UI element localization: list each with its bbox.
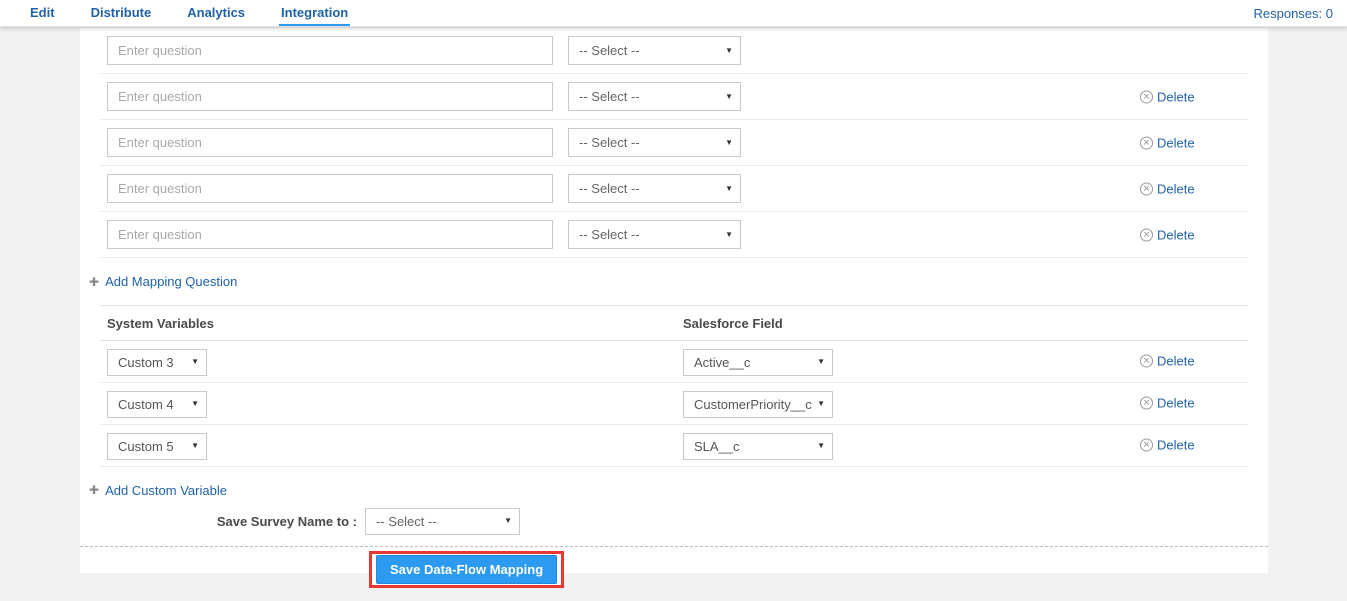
question-input[interactable] [107,220,553,249]
delete-label: Delete [1157,438,1195,453]
circled-x-icon: ✕ [1140,136,1153,149]
select-value: Custom 3 [118,355,174,370]
delete-label: Delete [1157,396,1195,411]
select-value: Active__c [694,355,750,370]
delete-label: Delete [1157,135,1195,150]
tab-integration[interactable]: Integration [279,0,350,26]
tab-distribute[interactable]: Distribute [89,0,154,26]
salesforce-field-header: Salesforce Field [683,306,783,341]
chevron-down-icon: ▼ [725,231,733,239]
chevron-down-icon: ▼ [817,358,825,366]
select-value: Custom 4 [118,397,174,412]
plus-icon: ✚ [89,276,99,288]
save-survey-name-row: Save Survey Name to : -- Select -- ▼ [80,505,1268,537]
question-field-select[interactable]: -- Select -- ▼ [568,174,741,203]
tab-analytics[interactable]: Analytics [185,0,247,26]
responses-count[interactable]: Responses: 0 [1254,0,1334,26]
mapping-question-row: -- Select -- ▼ ✕ Delete [100,166,1248,212]
salesforce-field-select[interactable]: CustomerPriority__c ▼ [683,391,833,418]
plus-icon: ✚ [89,484,99,496]
mapping-question-row: -- Select -- ▼ [100,28,1248,74]
delete-label: Delete [1157,181,1195,196]
circled-x-icon: ✕ [1140,355,1153,368]
mapping-question-row: -- Select -- ▼ ✕ Delete [100,120,1248,166]
mapping-question-row: -- Select -- ▼ ✕ Delete [100,212,1248,258]
footer-row: Save Data-Flow Mapping [80,547,1268,588]
delete-question-button[interactable]: ✕ Delete [1140,135,1195,150]
delete-variable-button[interactable]: ✕ Delete [1140,354,1195,369]
circled-x-icon: ✕ [1140,90,1153,103]
chevron-down-icon: ▼ [504,517,512,525]
add-mapping-question-button[interactable]: ✚ Add Mapping Question [89,274,237,289]
circled-x-icon: ✕ [1140,182,1153,195]
chevron-down-icon: ▼ [725,47,733,55]
delete-variable-button[interactable]: ✕ Delete [1140,438,1195,453]
delete-label: Delete [1157,354,1195,369]
variable-row: Custom 5 ▼ SLA__c ▼ ✕ Delete [100,425,1248,467]
chevron-down-icon: ▼ [725,185,733,193]
add-custom-variable-button[interactable]: ✚ Add Custom Variable [89,483,227,498]
select-value: SLA__c [694,439,740,454]
select-value: -- Select -- [579,135,640,150]
delete-label: Delete [1157,227,1195,242]
add-custom-variable-label: Add Custom Variable [105,483,227,498]
circled-x-icon: ✕ [1140,397,1153,410]
chevron-down-icon: ▼ [191,358,199,366]
question-field-select[interactable]: -- Select -- ▼ [568,220,741,249]
variables-header-row: System Variables Salesforce Field [100,306,1248,341]
save-survey-name-select[interactable]: -- Select -- ▼ [365,508,520,535]
nav-spacer [366,0,1253,26]
chevron-down-icon: ▼ [817,442,825,450]
circled-x-icon: ✕ [1140,228,1153,241]
delete-question-button[interactable]: ✕ Delete [1140,89,1195,104]
delete-question-button[interactable]: ✕ Delete [1140,227,1195,242]
chevron-down-icon: ▼ [725,93,733,101]
system-variable-select[interactable]: Custom 3 ▼ [107,349,207,376]
salesforce-field-select[interactable]: Active__c ▼ [683,349,833,376]
select-value: -- Select -- [579,227,640,242]
select-value: -- Select -- [579,43,640,58]
select-value: CustomerPriority__c [694,397,812,412]
system-variable-select[interactable]: Custom 5 ▼ [107,433,207,460]
select-value: Custom 5 [118,439,174,454]
delete-label: Delete [1157,89,1195,104]
delete-variable-button[interactable]: ✕ Delete [1140,396,1195,411]
select-value: -- Select -- [579,89,640,104]
chevron-down-icon: ▼ [191,400,199,408]
select-value: -- Select -- [376,514,437,529]
variable-row: Custom 4 ▼ CustomerPriority__c ▼ ✕ Delet… [100,383,1248,425]
integration-panel: -- Select -- ▼ -- Select -- ▼ ✕ Delete -… [80,28,1268,573]
question-field-select[interactable]: -- Select -- ▼ [568,82,741,111]
system-variable-select[interactable]: Custom 4 ▼ [107,391,207,418]
delete-question-button[interactable]: ✕ Delete [1140,181,1195,196]
variable-row: Custom 3 ▼ Active__c ▼ ✕ Delete [100,341,1248,383]
mapping-question-list: -- Select -- ▼ -- Select -- ▼ ✕ Delete -… [100,28,1248,258]
tab-edit[interactable]: Edit [28,0,57,26]
select-value: -- Select -- [579,181,640,196]
question-input[interactable] [107,174,553,203]
question-field-select[interactable]: -- Select -- ▼ [568,36,741,65]
question-input[interactable] [107,128,553,157]
question-input[interactable] [107,36,553,65]
save-survey-name-label: Save Survey Name to : [80,514,365,529]
variables-table: System Variables Salesforce Field Custom… [100,305,1248,467]
chevron-down-icon: ▼ [191,442,199,450]
system-variables-header: System Variables [107,306,214,341]
chevron-down-icon: ▼ [725,139,733,147]
circled-x-icon: ✕ [1140,439,1153,452]
annotation-highlight-box: Save Data-Flow Mapping [369,551,564,588]
mapping-question-row: -- Select -- ▼ ✕ Delete [100,74,1248,120]
chevron-down-icon: ▼ [817,400,825,408]
top-navbar: Edit Distribute Analytics Integration Re… [0,0,1347,27]
save-data-flow-mapping-button[interactable]: Save Data-Flow Mapping [376,555,557,584]
salesforce-field-select[interactable]: SLA__c ▼ [683,433,833,460]
question-input[interactable] [107,82,553,111]
add-mapping-question-label: Add Mapping Question [105,274,237,289]
question-field-select[interactable]: -- Select -- ▼ [568,128,741,157]
